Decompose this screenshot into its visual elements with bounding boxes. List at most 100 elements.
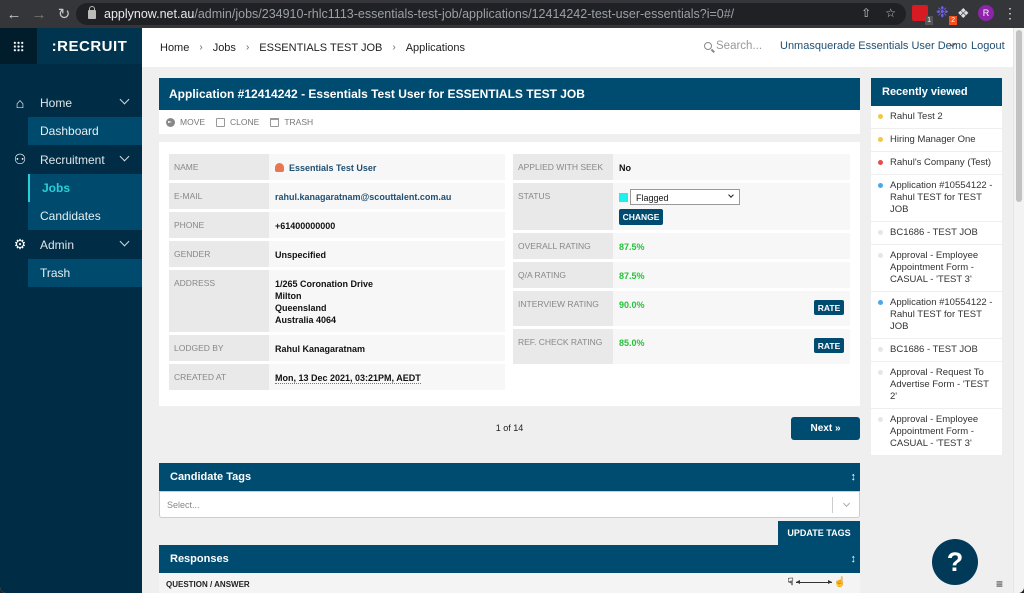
logout-link[interactable]: Logout	[971, 40, 1005, 52]
help-button[interactable]: ?	[932, 539, 978, 585]
chevron-down-icon	[119, 151, 130, 162]
field-status: STATUS Flagged CHANGE	[513, 183, 850, 230]
breadcrumb-job[interactable]: ESSENTIALS TEST JOB	[259, 42, 382, 54]
rate-ref-check-button[interactable]: RATE	[814, 338, 844, 353]
recently-viewed-item[interactable]: Rahul's Company (Test)	[871, 152, 1002, 175]
status-color-swatch	[619, 192, 628, 202]
reload-icon[interactable]: ↻	[53, 3, 75, 25]
status-dot-icon	[878, 347, 883, 352]
chevron-down-icon	[842, 499, 851, 508]
address-value: 1/265 Coronation Drive Milton Queensland…	[269, 270, 505, 332]
chevron-down-icon	[119, 236, 130, 247]
chevron-right-icon: ›	[392, 42, 396, 53]
recently-viewed-item[interactable]: Hiring Manager One	[871, 129, 1002, 152]
field-email: E-MAIL rahul.kanagaratnam@scouttalent.co…	[169, 183, 505, 209]
field-gender: GENDER Unspecified	[169, 241, 505, 267]
sidebar-group-recruitment[interactable]: ⚇ Recruitment	[0, 145, 142, 174]
field-overall-rating: OVERALL RATING 87.5%	[513, 233, 850, 259]
rate-interview-button[interactable]: RATE	[814, 300, 844, 315]
change-status-button[interactable]: CHANGE	[619, 209, 663, 225]
trash-button[interactable]: TRASH	[284, 117, 313, 127]
pager-text: 1 of 14	[495, 423, 524, 433]
status-dot-icon	[878, 114, 883, 119]
search-input[interactable]: Search...	[704, 40, 762, 52]
status-dot-icon	[878, 253, 883, 258]
search-icon	[704, 42, 712, 50]
extension-2-icon[interactable]: ❉ 2	[936, 5, 957, 25]
field-applied-with-seek: APPLIED WITH SEEK No	[513, 154, 850, 180]
status-dot-icon	[878, 417, 883, 422]
candidate-tags-header: Candidate Tags ↕	[159, 463, 860, 491]
recently-viewed-item[interactable]: Application #10554122 - Rahul TEST for T…	[871, 292, 1002, 339]
chevron-right-icon: ›	[199, 42, 203, 53]
recently-viewed-item[interactable]: Approval - Employee Appointment Form - C…	[871, 409, 1002, 456]
grid-icon	[13, 40, 24, 52]
sidebar-group-label: Admin	[40, 237, 75, 252]
next-button[interactable]: Next »	[791, 417, 860, 440]
field-interview-rating: INTERVIEW RATING 90.0% RATE	[513, 291, 850, 326]
email-link[interactable]: rahul.kanagaratnam@scouttalent.com.au	[269, 183, 505, 209]
chevron-right-icon: ›	[245, 42, 250, 53]
breadcrumb-home[interactable]: Home	[160, 42, 189, 54]
field-address: ADDRESS 1/265 Coronation Drive Milton Qu…	[169, 270, 505, 332]
expand-collapse-icon[interactable]: ↕	[851, 553, 857, 565]
sidebar-item-jobs[interactable]: Jobs	[28, 174, 142, 202]
sidebar: :RECRUIT ⌂ Home Dashboard ⚇ Recruitment …	[0, 28, 142, 593]
field-name: NAME Essentials Test User	[169, 154, 505, 180]
status-dot-icon	[878, 137, 883, 142]
overall-rating-value: 87.5%	[613, 233, 850, 259]
users-icon: ⚇	[13, 151, 27, 167]
recently-viewed-item[interactable]: BC1686 - TEST JOB	[871, 222, 1002, 245]
app: :RECRUIT ⌂ Home Dashboard ⚇ Recruitment …	[0, 28, 1024, 593]
recently-viewed-item[interactable]: Approval - Employee Appointment Form - C…	[871, 245, 1002, 292]
person-icon	[275, 163, 284, 172]
application-actions: MOVE CLONE TRASH	[159, 110, 860, 134]
back-icon[interactable]: ←	[3, 3, 25, 25]
chevron-down-icon	[728, 192, 734, 198]
sidebar-item-dashboard[interactable]: Dashboard	[28, 117, 142, 145]
recently-viewed-item[interactable]: Approval - Request To Advertise Form - '…	[871, 362, 1002, 409]
share-icon[interactable]: ⇧	[861, 6, 871, 20]
trash-icon	[270, 117, 280, 127]
breadcrumb-jobs[interactable]: Jobs	[213, 42, 236, 54]
bookmark-star-icon[interactable]: ☆	[885, 6, 896, 20]
created-at-value: Mon, 13 Dec 2021, 03:21PM, AEDT	[275, 373, 421, 384]
sidebar-item-trash[interactable]: Trash	[28, 259, 142, 287]
forward-icon[interactable]: →	[28, 3, 50, 25]
field-phone: PHONE +61400000000	[169, 212, 505, 238]
expand-collapse-icon[interactable]: ↕	[851, 471, 857, 483]
recently-viewed-item[interactable]: BC1686 - TEST JOB	[871, 339, 1002, 362]
clone-button[interactable]: CLONE	[230, 117, 259, 127]
browser-menu-icon[interactable]: ⋮	[1003, 5, 1017, 22]
recently-viewed-item[interactable]: Application #10554122 - Rahul TEST for T…	[871, 175, 1002, 222]
extension-1-icon[interactable]: 1	[912, 5, 933, 25]
sidebar-group-admin[interactable]: ⚙ Admin	[0, 230, 142, 259]
address-bar[interactable]: applynow.net.au/admin/jobs/234910-rhlc11…	[76, 3, 906, 25]
user-menu[interactable]: Unmasquerade Essentials User Demo	[780, 40, 967, 52]
extensions-puzzle-icon[interactable]: ❖	[957, 5, 970, 22]
status-select[interactable]: Flagged	[630, 189, 740, 205]
candidate-name-link[interactable]: Essentials Test User	[289, 163, 376, 173]
sidebar-group-home[interactable]: ⌂ Home	[0, 88, 142, 117]
url-path: /admin/jobs/234910-rhlc1113-essentials-t…	[194, 7, 735, 21]
candidate-tags-select[interactable]: Select...	[159, 491, 860, 518]
status-dot-icon	[878, 370, 883, 375]
app-grid-button[interactable]	[0, 28, 37, 64]
browser-toolbar: ← → ↻ applynow.net.au/admin/jobs/234910-…	[0, 0, 1024, 28]
page-title: Application #12414242 - Essentials Test …	[159, 78, 860, 110]
status-dot-icon	[878, 230, 883, 235]
recently-viewed-item[interactable]: Rahul Test 2	[871, 106, 1002, 129]
url-host: applynow.net.au	[104, 7, 195, 21]
sidebar-item-candidates[interactable]: Candidates	[28, 202, 142, 230]
breadcrumb-applications[interactable]: Applications	[406, 42, 465, 54]
scrollbar-thumb[interactable]	[1016, 30, 1022, 202]
update-tags-button[interactable]: UPDATE TAGS	[778, 521, 860, 545]
interview-rating-value: 90.0%	[619, 300, 645, 310]
page-scrollbar[interactable]	[1013, 28, 1024, 593]
profile-avatar[interactable]: R	[978, 5, 994, 21]
menu-icon[interactable]: ≡	[996, 577, 1003, 591]
move-button[interactable]: MOVE	[180, 117, 205, 127]
status-dot-icon	[878, 160, 883, 165]
recently-viewed-list: Rahul Test 2 Hiring Manager One Rahul's Co…	[871, 106, 1002, 456]
thumbs-down-icon: ☟	[787, 577, 794, 588]
